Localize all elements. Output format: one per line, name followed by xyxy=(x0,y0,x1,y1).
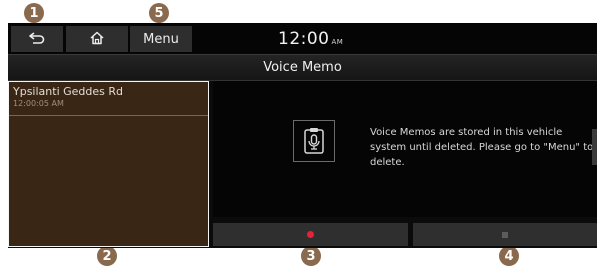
home-icon xyxy=(89,30,105,49)
callout-1: 1 xyxy=(24,3,44,23)
page-title: Voice Memo xyxy=(8,54,597,81)
memo-list[interactable]: Ypsilanti Geddes Rd 12:00:05 AM xyxy=(8,81,209,247)
memo-timestamp: 12:00:05 AM xyxy=(13,99,64,108)
stop-icon xyxy=(502,231,508,238)
record-icon xyxy=(307,231,314,238)
clock-ampm: AM xyxy=(331,38,344,46)
head-unit-screen: Menu 12:00 AM Voice Memo Ypsilanti Geddes… xyxy=(8,23,597,248)
callout-4: 4 xyxy=(499,246,519,266)
side-handle[interactable] xyxy=(592,129,597,165)
info-message: Voice Memos are stored in this vehicle s… xyxy=(370,127,594,168)
stop-button[interactable] xyxy=(413,223,597,246)
callout-2: 2 xyxy=(97,246,117,266)
clock-time: 12:00 xyxy=(278,29,330,49)
callout-5: 5 xyxy=(149,3,169,23)
voice-memo-icon xyxy=(293,120,335,162)
home-button[interactable] xyxy=(66,26,128,52)
memo-title: Ypsilanti Geddes Rd xyxy=(13,85,123,98)
menu-button-label: Menu xyxy=(143,31,179,47)
clock: 12:00 AM xyxy=(278,29,343,49)
info-panel: Voice Memos are stored in this vehicle s… xyxy=(213,81,597,217)
back-button[interactable] xyxy=(11,26,63,52)
menu-button[interactable]: Menu xyxy=(130,26,192,52)
top-bar: Menu 12:00 AM xyxy=(8,23,597,54)
callout-3: 3 xyxy=(301,246,321,266)
list-item[interactable]: Ypsilanti Geddes Rd 12:00:05 AM xyxy=(9,82,208,116)
back-arrow-icon xyxy=(28,30,46,49)
record-button[interactable] xyxy=(213,223,408,246)
